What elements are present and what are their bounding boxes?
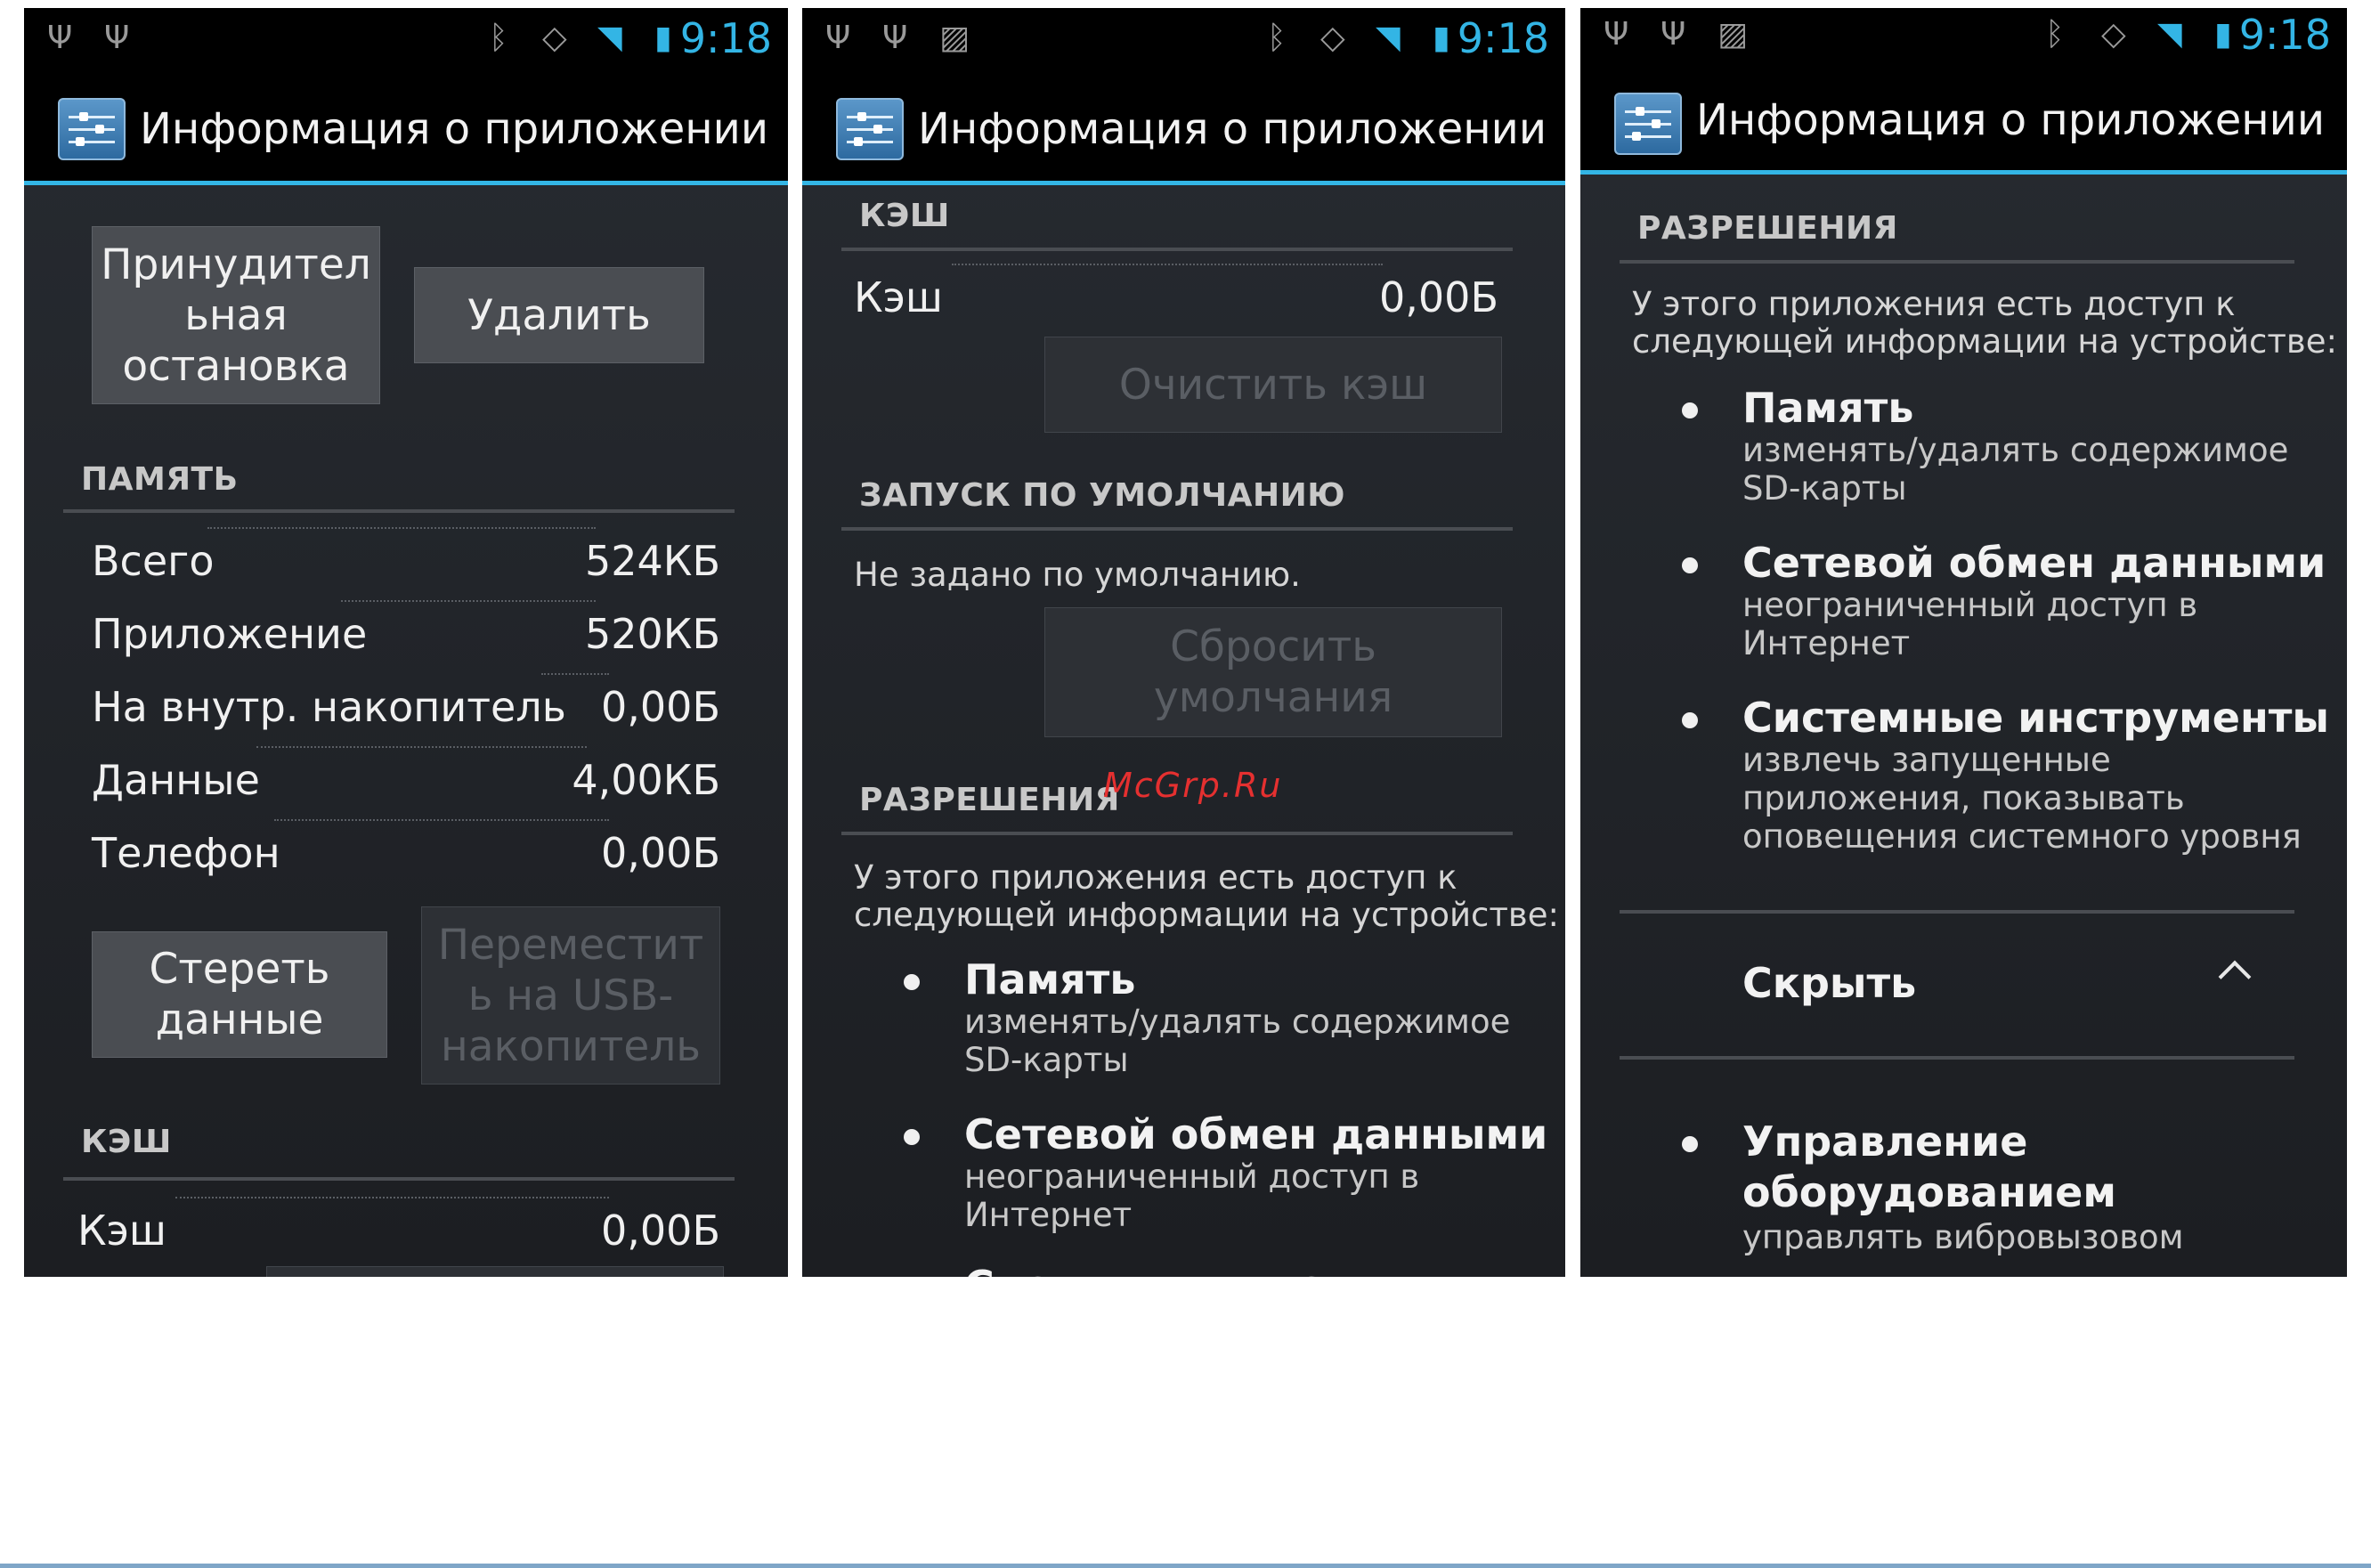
force-stop-button[interactable]: Принудител ьная остановка	[92, 226, 380, 404]
permissions-section-header: РАЗРЕШЕНИЯ	[859, 782, 1120, 818]
battery-charging-icon: ▮	[2214, 16, 2232, 53]
status-bar: Ψ Ψ ▨ ᛒ ◇ ◥ ▮ 9:18	[1580, 8, 2347, 63]
wifi-icon: ◥	[1376, 20, 1401, 56]
bullet	[904, 974, 920, 990]
page-bottom-rule	[0, 1564, 2371, 1568]
bluetooth-icon: ᛒ	[1267, 20, 1287, 56]
divider	[1620, 910, 2294, 914]
vibrate-icon: ◇	[2101, 16, 2126, 53]
permissions-intro: У этого приложения есть доступ к	[1632, 285, 2236, 323]
permission-desc: SD-карты	[964, 1041, 1129, 1079]
status-bar: Ψ Ψ ᛒ ◇ ◥ ▮ 9:18	[24, 8, 788, 69]
permissions-intro: следующей информации на устройстве:	[1632, 322, 2337, 361]
screenshot-app-info-cache-permissions: Ψ Ψ ▨ ᛒ ◇ ◥ ▮ 9:18 Информация о приложен…	[802, 8, 1565, 1277]
permission-desc: изменять/удалять содержимое	[964, 1003, 1511, 1041]
permission-title: Сетевой обмен данными	[1742, 539, 2326, 587]
divider	[63, 1177, 735, 1181]
permission-desc: неограниченный доступ в	[964, 1158, 1420, 1196]
permission-title: Системные инструменты	[964, 1261, 1551, 1277]
bullet	[904, 1129, 920, 1145]
watermark: McGrp.Ru	[1103, 766, 1283, 805]
screenshot-app-info-permissions: Ψ Ψ ▨ ᛒ ◇ ◥ ▮ 9:18 Информация о приложен…	[1580, 8, 2347, 1277]
permission-desc: неограниченный доступ в	[1742, 586, 2198, 624]
action-bar: Информация о приложении	[24, 69, 788, 185]
vibrate-icon: ◇	[542, 20, 567, 56]
permission-desc: приложения, показывать	[1742, 779, 2185, 817]
permission-desc: Интернет	[964, 1196, 1133, 1234]
app-info-content: Принудител ьная остановка Удалить ПАМЯТЬ…	[24, 185, 788, 1277]
settings-app-icon[interactable]	[1614, 93, 1682, 155]
move-to-usb-button[interactable]: Переместит ь на USB- накопитель	[421, 906, 720, 1085]
status-bar: Ψ Ψ ▨ ᛒ ◇ ◥ ▮ 9:18	[802, 8, 1565, 69]
divider	[841, 527, 1513, 531]
wifi-icon: ◥	[597, 20, 622, 56]
permission-desc: оповещения системного уровня	[1742, 817, 2302, 856]
app-info-content: РАЗРЕШЕНИЯ У этого приложения есть досту…	[1580, 175, 2347, 1277]
permission-desc: Интернет	[1742, 624, 1911, 662]
permission-title: оборудованием	[1742, 1168, 2116, 1216]
status-time: 9:18	[1457, 14, 1549, 62]
settings-app-icon[interactable]	[836, 98, 904, 160]
page-title: Информация о приложении	[1696, 95, 2326, 145]
permissions-intro: У этого приложения есть доступ к	[854, 858, 1458, 897]
usb-icon: Ψ	[882, 20, 908, 56]
page-title: Информация о приложении	[140, 104, 769, 154]
permissions-section-header: РАЗРЕШЕНИЯ	[1637, 210, 1898, 247]
bullet	[1682, 557, 1698, 573]
settings-app-icon[interactable]	[58, 98, 126, 160]
clear-cache-button[interactable]: Очистить кэш	[1044, 337, 1502, 433]
wifi-icon: ◥	[2157, 16, 2182, 53]
divider	[1620, 1056, 2294, 1060]
permission-title: Сетевой обмен данными	[964, 1110, 1548, 1158]
app-info-content: КЭШ Кэш 0,00Б Очистить кэш ЗАПУСК ПО УМОЛ…	[802, 185, 1565, 1277]
status-time: 9:18	[679, 14, 772, 62]
uninstall-button[interactable]: Удалить	[414, 267, 704, 363]
bluetooth-icon: ᛒ	[489, 20, 508, 56]
usb-icon: Ψ	[47, 20, 73, 56]
bullet	[1682, 402, 1698, 418]
image-icon: ▨	[939, 20, 970, 56]
usb-icon: Ψ	[1604, 16, 1629, 53]
permission-desc: управлять вибровызовом	[1742, 1218, 2184, 1256]
page-title: Информация о приложении	[918, 104, 1547, 154]
memory-section-header: ПАМЯТЬ	[81, 461, 239, 498]
battery-charging-icon: ▮	[1433, 20, 1450, 56]
reset-defaults-button[interactable]: Сбросить умолчания	[1044, 607, 1502, 737]
clear-data-button[interactable]: Стереть данные	[92, 931, 387, 1058]
status-time: 9:18	[2238, 11, 2331, 59]
divider	[1620, 260, 2294, 264]
divider	[63, 509, 735, 513]
cache-section-header: КЭШ	[859, 198, 950, 234]
action-bar: Информация о приложении	[1580, 63, 2347, 175]
permission-title: Память	[1742, 384, 1914, 432]
action-bar: Информация о приложении	[802, 69, 1565, 185]
usb-icon: Ψ	[825, 20, 851, 56]
bullet	[1682, 1136, 1698, 1152]
permission-title: Системные инструменты	[1742, 694, 2330, 742]
screenshot-app-info-storage: Ψ Ψ ᛒ ◇ ◥ ▮ 9:18 Информация о приложении…	[24, 8, 788, 1277]
permission-desc: изменять/удалять содержимое	[1742, 431, 2289, 469]
usb-icon: Ψ	[1661, 16, 1686, 53]
hide-label: Скрыть	[1742, 959, 1917, 1007]
launch-default-section-header: ЗАПУСК ПО УМОЛЧАНИЮ	[859, 477, 1346, 514]
permission-title: Память	[964, 955, 1136, 1003]
cache-section-header: КЭШ	[81, 1124, 172, 1160]
permission-desc: SD-карты	[1742, 469, 1907, 508]
divider	[841, 248, 1513, 251]
image-icon: ▨	[1717, 16, 1749, 53]
permission-title: Управление	[1742, 1117, 2028, 1166]
vibrate-icon: ◇	[1320, 20, 1345, 56]
divider	[841, 832, 1513, 835]
permissions-intro: следующей информации на устройстве:	[854, 896, 1559, 934]
battery-charging-icon: ▮	[654, 20, 672, 56]
usb-icon: Ψ	[104, 20, 130, 56]
bluetooth-icon: ᛒ	[2045, 16, 2065, 53]
hide-permissions-toggle[interactable]: Скрыть	[1620, 915, 2294, 1051]
chevron-up-icon	[2218, 960, 2252, 994]
permission-desc: извлечь запущенные	[1742, 741, 2111, 779]
bullet	[1682, 712, 1698, 728]
no-defaults-text: Не задано по умолчанию.	[854, 556, 1301, 594]
clear-cache-button[interactable]	[266, 1266, 724, 1277]
